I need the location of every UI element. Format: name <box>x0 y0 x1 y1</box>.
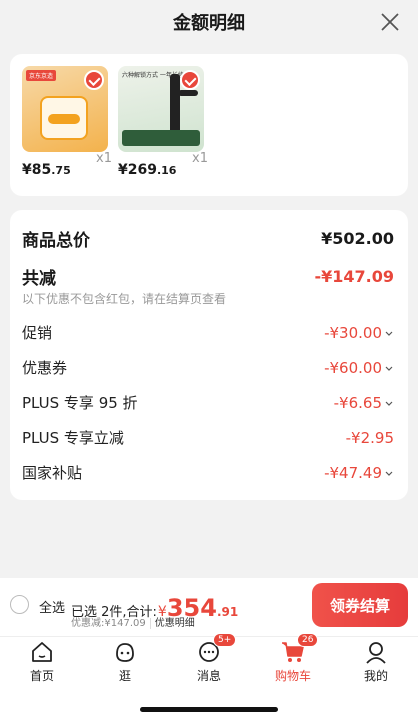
total-price-label: 商品总价 <box>22 231 90 251</box>
total-price-value: ¥502.00 <box>321 229 394 248</box>
total-price-row: 商品总价 ¥502.00 <box>22 226 394 251</box>
discount-row-subsidy[interactable]: 国家补贴 -¥47.49 <box>22 462 394 483</box>
product-price: ¥269.16 <box>118 162 177 178</box>
discount-value: -¥2.95 <box>345 428 394 447</box>
browse-icon <box>116 643 134 662</box>
discount-value: -¥47.49 <box>324 463 382 482</box>
total-reduction-value: -¥147.09 <box>314 267 394 286</box>
product-price: ¥85.75 <box>22 162 71 178</box>
header: 金额明细 <box>0 0 418 44</box>
discount-row-plus-95[interactable]: PLUS 专享 95 折 -¥6.65 <box>22 392 394 413</box>
discount-label: 促销 <box>22 324 53 342</box>
discount-label: PLUS 专享 95 折 <box>22 394 138 412</box>
discount-value: -¥60.00 <box>324 358 382 377</box>
discount-row-plus-reduce: PLUS 专享立减 -¥2.95 <box>22 427 394 448</box>
page-title: 金额明细 <box>173 13 245 34</box>
product-quantity: x1 <box>96 151 112 166</box>
product-item[interactable]: 京东京造 ¥85.75 <box>22 66 110 178</box>
product-item[interactable]: 六种解锁方式 一年长续航 ¥269.16 <box>118 66 206 178</box>
profile-icon <box>366 642 386 664</box>
message-badge: 5+ <box>213 633 237 647</box>
discount-summary: 优惠减:¥147.09 优惠明细 <box>71 614 195 629</box>
discount-value: -¥30.00 <box>324 323 382 342</box>
thumb-brand-label: 京东京造 <box>26 70 57 81</box>
chevron-down-icon[interactable] <box>384 328 394 338</box>
product-thumbnail[interactable]: 京东京造 <box>22 66 108 152</box>
discount-label: 优惠券 <box>22 359 68 377</box>
price-summary: 商品总价 ¥502.00 共减 -¥147.09 以下优惠不包含红包，请在结算页… <box>10 210 408 500</box>
discount-detail-link[interactable]: 优惠明细 <box>149 618 195 629</box>
product-thumbnail[interactable]: 六种解锁方式 一年长续航 <box>118 66 204 152</box>
tab-browse[interactable]: 逛 <box>95 639 155 685</box>
home-icon <box>32 642 52 662</box>
tab-profile[interactable]: 我的 <box>346 639 406 685</box>
close-icon[interactable] <box>380 12 400 32</box>
chevron-down-icon[interactable] <box>384 468 394 478</box>
discount-row-coupon[interactable]: 优惠券 -¥60.00 <box>22 357 394 378</box>
chevron-down-icon[interactable] <box>384 398 394 408</box>
cart-badge: 26 <box>297 633 319 647</box>
home-indicator <box>140 707 278 712</box>
checkout-bar: 全选 已选 2件,合计: ¥354.91 优惠减:¥147.09 优惠明细 领券结算 <box>0 578 418 636</box>
checked-icon <box>84 70 104 90</box>
tab-home[interactable]: 首页 <box>12 639 72 685</box>
checkout-button[interactable]: 领券结算 <box>312 583 408 627</box>
tab-messages[interactable]: 5+ 消息 <box>179 633 239 685</box>
discount-value: -¥6.65 <box>333 393 382 412</box>
discount-label: PLUS 专享立减 <box>22 429 124 447</box>
tab-cart[interactable]: 26 购物车 <box>263 633 323 685</box>
total-reduction-row: 共减 -¥147.09 <box>22 264 394 289</box>
discount-amount: 优惠减:¥147.09 <box>71 618 146 629</box>
checked-icon <box>180 70 200 90</box>
chevron-down-icon[interactable] <box>384 363 394 373</box>
total-reduction-label: 共减 <box>22 269 56 289</box>
select-all-label[interactable]: 全选 <box>39 597 65 616</box>
discount-note: 以下优惠不包含红包，请在结算页查看 <box>22 292 227 306</box>
discount-label: 国家补贴 <box>22 464 83 482</box>
product-quantity: x1 <box>192 151 208 166</box>
discount-row-promotion[interactable]: 促销 -¥30.00 <box>22 322 394 343</box>
product-list: 京东京造 ¥85.75 x1 六种解锁方式 一年长续航 ¥269.16 x1 <box>10 54 408 196</box>
select-all-radio[interactable] <box>10 595 29 614</box>
